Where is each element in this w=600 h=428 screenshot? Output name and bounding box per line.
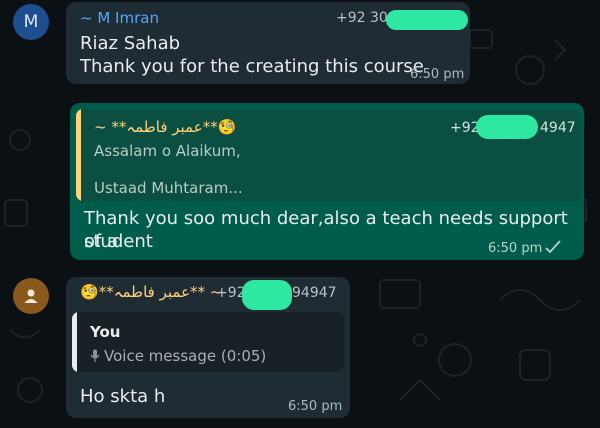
redaction-mark xyxy=(386,10,468,30)
message-time: 6:50 pm xyxy=(488,241,543,256)
redaction-mark xyxy=(476,115,538,139)
message-time: 6:50 pm xyxy=(288,399,343,414)
message-text: Thank you for the creating this course xyxy=(80,56,424,77)
outgoing-message-bubble[interactable]: ~ **عمبر فاطمہ**🧐 +92 30 4947 Assalam o … xyxy=(70,103,584,260)
microphone-icon xyxy=(90,349,100,362)
avatar-letter: M xyxy=(23,12,39,32)
incoming-message-bubble[interactable]: ~ M Imran +92 30 Riaz Sahab Thank you fo… xyxy=(66,2,470,84)
redaction-mark xyxy=(242,280,292,310)
quote-accent-bar xyxy=(72,312,77,372)
incoming-message-bubble[interactable]: 🧐**عمبر فاطمہ** ~ +92 94947 You Voice me… xyxy=(66,277,350,418)
voice-message-label: Voice message (0:05) xyxy=(104,347,267,365)
quoted-message[interactable]: ~ **عمبر فاطمہ**🧐 +92 30 4947 Assalam o … xyxy=(76,109,580,201)
sender-name[interactable]: 🧐**عمبر فاطمہ** ~ xyxy=(80,283,222,301)
sender-name[interactable]: ~ M Imran xyxy=(80,9,159,27)
quote-text: Ustaad Muhtaram... xyxy=(94,179,243,197)
quote-author: You xyxy=(90,323,121,341)
quoted-message[interactable]: You Voice message (0:05) xyxy=(72,312,344,372)
message-text: Ho skta h xyxy=(80,386,166,407)
message-text: Riaz Sahab xyxy=(80,33,181,54)
person-icon xyxy=(24,289,38,303)
double-check-icon xyxy=(545,240,561,254)
message-text: student xyxy=(84,231,153,252)
sender-phone: +92 30 xyxy=(336,10,388,26)
message-time: 6:50 pm xyxy=(410,67,465,82)
sender-phone-tail: 94947 xyxy=(292,285,337,301)
quote-sender-name: ~ **عمبر فاطمہ**🧐 xyxy=(94,118,237,136)
quote-text: Assalam o Alaikum, xyxy=(94,142,241,160)
sender-avatar[interactable] xyxy=(13,278,49,314)
quote-accent-bar xyxy=(76,109,81,201)
sender-avatar[interactable]: M xyxy=(13,4,49,40)
quote-sender-phone-tail: 4947 xyxy=(540,120,576,136)
